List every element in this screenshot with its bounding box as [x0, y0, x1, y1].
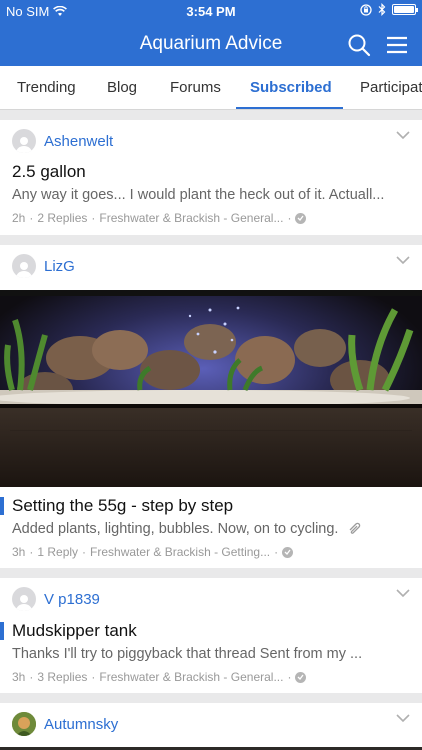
author-name[interactable]: Autumnsky: [44, 716, 118, 733]
forum-name[interactable]: Freshwater & Brackish - General...: [99, 211, 283, 225]
forum-name[interactable]: Freshwater & Brackish - Getting...: [90, 545, 270, 559]
user-photo-icon: [12, 712, 36, 736]
author-name[interactable]: Ashenwelt: [44, 133, 113, 150]
thread-card[interactable]: Ashenwelt 2.5 gallon Any way it goes... …: [0, 120, 422, 235]
avatar[interactable]: [12, 587, 36, 611]
tab-bar: Trending Blog Forums Subscribed Particip…: [0, 66, 422, 110]
reply-count: 2 Replies: [37, 211, 88, 225]
thread-meta: 3h · 1 Reply · Freshwater & Brackish - G…: [12, 545, 294, 559]
meta-separator: ·: [274, 545, 279, 559]
thread-snippet: Any way it goes... I would plant the hec…: [12, 187, 385, 203]
meta-separator: ·: [82, 545, 87, 559]
bluetooth-icon: [378, 3, 386, 16]
thread-age: 3h: [12, 545, 26, 559]
status-bar: No SIM 3:54 PM: [0, 0, 422, 22]
default-user-icon: [16, 595, 32, 611]
chevron-down-icon[interactable]: [396, 130, 410, 140]
thread-title[interactable]: Mudskipper tank: [0, 621, 137, 641]
thread-title[interactable]: 2.5 gallon: [12, 162, 86, 182]
thread-snippet-text: Added plants, lighting, bubbles. Now, on…: [12, 521, 339, 537]
reply-count: 1 Reply: [37, 545, 79, 559]
clock: 3:54 PM: [186, 4, 236, 19]
meta-separator: ·: [91, 670, 96, 684]
active-tab-indicator: [236, 107, 343, 109]
default-user-icon: [16, 137, 32, 153]
thread-card[interactable]: LizG Setting the 55g - step by step Adde…: [0, 245, 422, 568]
tab-trending[interactable]: Trending: [17, 66, 76, 109]
thread-age: 2h: [12, 211, 26, 225]
read-check-icon: [295, 671, 307, 683]
thread-card[interactable]: V p1839 Mudskipper tank Thanks I'll try …: [0, 578, 422, 693]
meta-separator: ·: [287, 670, 292, 684]
meta-separator: ·: [29, 545, 34, 559]
read-check-icon: [295, 212, 307, 224]
tab-forums[interactable]: Forums: [170, 66, 221, 109]
battery-icon: [392, 4, 418, 15]
author-name[interactable]: V p1839: [44, 591, 100, 608]
app-header: Aquarium Advice: [0, 22, 422, 66]
default-user-icon: [16, 262, 32, 278]
search-icon[interactable]: [346, 32, 372, 58]
battery-level: [394, 6, 414, 13]
thread-age: 3h: [12, 670, 26, 684]
thread-title[interactable]: Setting the 55g - step by step: [0, 496, 233, 516]
meta-separator: ·: [91, 211, 96, 225]
tab-participated[interactable]: Participat: [360, 66, 422, 109]
attachment-icon: [349, 522, 360, 534]
reply-count: 3 Replies: [37, 670, 88, 684]
thread-meta: 2h · 2 Replies · Freshwater & Brackish -…: [12, 211, 307, 225]
aquarium-photo[interactable]: [0, 290, 422, 487]
avatar[interactable]: [12, 254, 36, 278]
forum-name[interactable]: Freshwater & Brackish - General...: [99, 670, 283, 684]
aquarium-image: [0, 290, 422, 487]
chevron-down-icon[interactable]: [396, 588, 410, 598]
tab-subscribed[interactable]: Subscribed: [250, 66, 332, 109]
chevron-down-icon[interactable]: [396, 713, 410, 723]
meta-separator: ·: [29, 670, 34, 684]
author-name[interactable]: LizG: [44, 258, 75, 275]
meta-separator: ·: [287, 211, 292, 225]
chevron-down-icon[interactable]: [396, 255, 410, 265]
hamburger-menu-icon[interactable]: [384, 32, 410, 58]
avatar[interactable]: [12, 712, 36, 736]
avatar[interactable]: [12, 129, 36, 153]
orientation-lock-icon: [360, 3, 372, 16]
tab-blog[interactable]: Blog: [107, 66, 137, 109]
thread-meta: 3h · 3 Replies · Freshwater & Brackish -…: [12, 670, 307, 684]
read-check-icon: [282, 546, 294, 558]
thread-snippet: Thanks I'll try to piggyback that thread…: [12, 646, 363, 662]
thread-snippet: Added plants, lighting, bubbles. Now, on…: [12, 521, 410, 537]
thread-card[interactable]: Autumnsky: [0, 703, 422, 750]
meta-separator: ·: [29, 211, 34, 225]
